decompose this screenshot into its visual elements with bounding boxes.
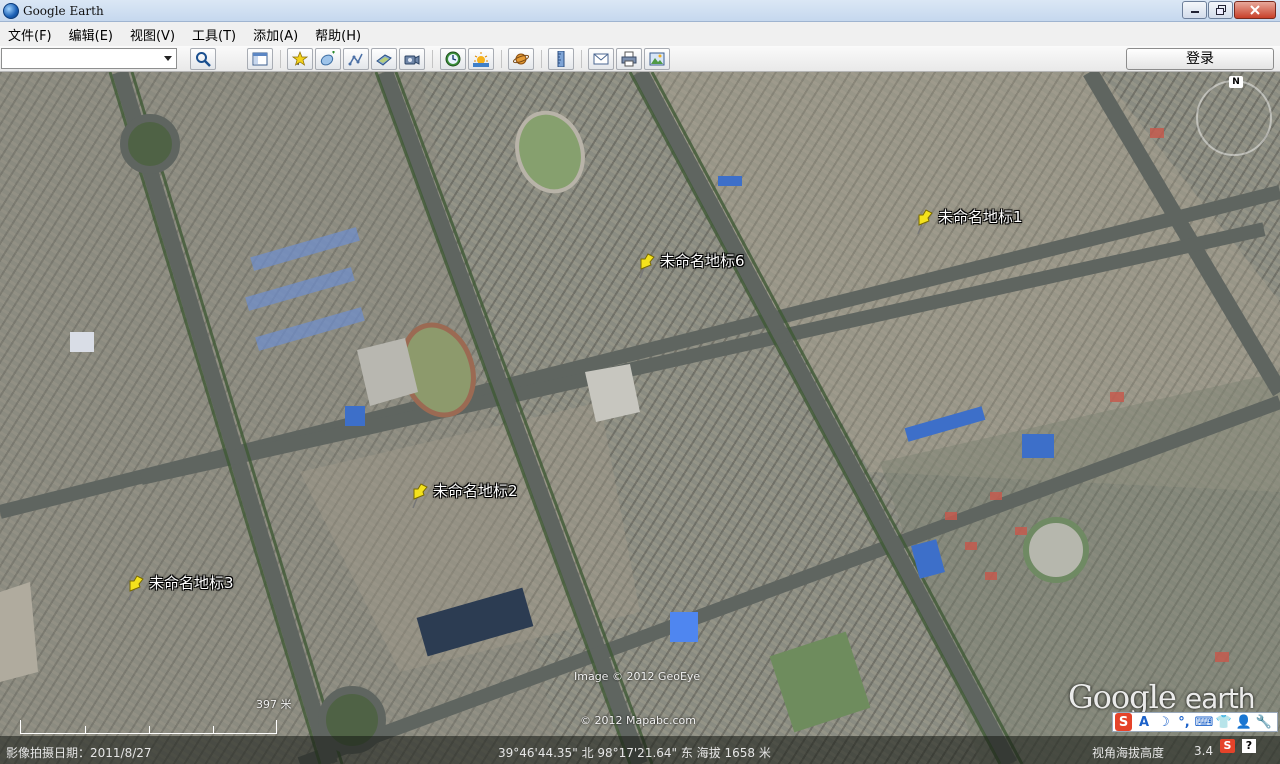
ime-skin-icon[interactable]: 👕 bbox=[1214, 713, 1234, 731]
planets-icon bbox=[513, 53, 529, 65]
google-earth-logo: Google earth bbox=[1068, 678, 1256, 716]
placemark-6[interactable]: 未命名地标6 bbox=[634, 250, 745, 279]
toolbar: 登录 bbox=[0, 46, 1280, 72]
placemark-3[interactable]: 未命名地标3 bbox=[123, 572, 234, 601]
copyright-geoeye: Image © 2012 GeoEye bbox=[574, 670, 701, 683]
minimize-button[interactable] bbox=[1182, 1, 1207, 19]
logo-google-text: Google bbox=[1068, 678, 1177, 716]
record-tour-button[interactable] bbox=[399, 48, 425, 70]
search-combobox[interactable] bbox=[1, 48, 177, 69]
eye-altitude-label: 视角海拔高度 bbox=[1092, 746, 1165, 760]
logo-earth-text: earth bbox=[1184, 682, 1256, 715]
ime-user-icon[interactable]: 👤 bbox=[1234, 713, 1254, 731]
minimize-icon bbox=[1190, 11, 1199, 13]
sunlight-icon bbox=[473, 52, 489, 67]
sogou-ime-icon[interactable]: S bbox=[1115, 713, 1132, 731]
menu-bar: 文件(F) 编辑(E) 视图(V) 工具(T) 添加(A) 帮助(H) bbox=[0, 22, 1280, 46]
menu-view[interactable]: 视图(V) bbox=[122, 25, 184, 44]
menu-tools[interactable]: 工具(T) bbox=[184, 25, 245, 44]
planets-button[interactable] bbox=[508, 48, 534, 70]
ruler-icon bbox=[557, 51, 565, 67]
pushpin-icon bbox=[128, 575, 144, 601]
ime-toolbar[interactable]: S A ☽ °, ⌨ 👕 👤 🔧 bbox=[1112, 712, 1278, 732]
add-path-button[interactable] bbox=[343, 48, 369, 70]
ime-tools-icon[interactable]: 🔧 bbox=[1254, 713, 1274, 731]
scale-label: 397 米 bbox=[256, 698, 292, 711]
pushpin-icon bbox=[412, 483, 428, 509]
title-bar: Google Earth bbox=[0, 0, 1280, 22]
search-icon bbox=[196, 52, 211, 67]
ime-halfwidth-icon[interactable]: ☽ bbox=[1154, 713, 1174, 731]
placemark-label: 未命名地标1 bbox=[938, 208, 1023, 226]
help-icon[interactable]: ? bbox=[1242, 739, 1256, 753]
placemark-label: 未命名地标2 bbox=[433, 482, 518, 500]
status-bar: 影像拍摄日期：2011/8/27 39°46'44.35" 北 98°17'21… bbox=[0, 736, 1280, 764]
copyright-mapabc: © 2012 Mapabc.com bbox=[580, 714, 696, 727]
ime-english-mode-icon[interactable]: A bbox=[1134, 713, 1154, 731]
search-input[interactable] bbox=[4, 51, 154, 66]
map-view[interactable]: N 未命名地标1 未命名地标6 未命名地标2 未命名地标3 Image © 20… bbox=[0, 72, 1280, 764]
pointer-coordinates: 39°46'44.35" 北 98°17'21.64" 东 海拔 1658 米 bbox=[498, 746, 771, 760]
save-image-icon bbox=[649, 52, 665, 66]
close-button[interactable] bbox=[1234, 1, 1276, 19]
window-title: Google Earth bbox=[23, 3, 104, 18]
navigation-compass[interactable]: N bbox=[1196, 76, 1272, 156]
compass-north-label: N bbox=[1229, 76, 1243, 88]
historical-imagery-button[interactable] bbox=[440, 48, 466, 70]
email-icon bbox=[593, 53, 609, 65]
save-image-button[interactable] bbox=[644, 48, 670, 70]
sunlight-button[interactable] bbox=[468, 48, 494, 70]
pushpin-icon bbox=[639, 253, 655, 279]
add-polygon-button[interactable] bbox=[315, 48, 341, 70]
menu-add[interactable]: 添加(A) bbox=[245, 25, 307, 44]
email-button[interactable] bbox=[588, 48, 614, 70]
imagery-date: 影像拍摄日期：2011/8/27 bbox=[6, 746, 152, 760]
image-overlay-icon bbox=[376, 54, 392, 66]
search-button[interactable] bbox=[190, 48, 216, 70]
print-icon bbox=[621, 51, 637, 67]
dropdown-arrow-icon[interactable] bbox=[164, 56, 172, 61]
eye-altitude-value: 3.4 bbox=[1194, 744, 1214, 758]
placemark-icon bbox=[292, 51, 308, 66]
placemark-1[interactable]: 未命名地标1 bbox=[912, 206, 1023, 235]
placemark-label: 未命名地标6 bbox=[660, 252, 745, 270]
add-image-overlay-button[interactable] bbox=[371, 48, 397, 70]
sidebar-icon bbox=[252, 52, 268, 66]
path-icon bbox=[348, 53, 363, 66]
print-button[interactable] bbox=[616, 48, 642, 70]
historical-imagery-icon bbox=[445, 51, 461, 67]
placemark-label: 未命名地标3 bbox=[149, 574, 234, 592]
ruler-button[interactable] bbox=[548, 48, 574, 70]
google-earth-window: Google Earth 文件(F) 编辑(E) 视图(V) 工具(T) 添加(… bbox=[0, 0, 1280, 764]
menu-help[interactable]: 帮助(H) bbox=[307, 25, 370, 44]
record-tour-icon bbox=[404, 55, 420, 65]
window-controls bbox=[1181, 1, 1276, 19]
menu-file[interactable]: 文件(F) bbox=[0, 25, 61, 44]
placemark-2[interactable]: 未命名地标2 bbox=[407, 480, 518, 509]
login-button[interactable]: 登录 bbox=[1126, 48, 1274, 70]
restore-icon bbox=[1215, 5, 1226, 15]
menu-edit[interactable]: 编辑(E) bbox=[61, 25, 122, 44]
pushpin-icon bbox=[917, 209, 933, 235]
ime-keyboard-icon[interactable]: ⌨ bbox=[1194, 713, 1214, 731]
sogou-tray-icon[interactable]: S bbox=[1220, 739, 1235, 753]
sidebar-toggle-button[interactable] bbox=[247, 48, 273, 70]
close-icon bbox=[1250, 5, 1260, 15]
maximize-button[interactable] bbox=[1208, 1, 1233, 19]
satellite-imagery bbox=[0, 72, 1280, 764]
ime-punctuation-icon[interactable]: °, bbox=[1174, 713, 1194, 731]
google-earth-app-icon bbox=[3, 2, 19, 19]
scale-bar bbox=[20, 720, 277, 734]
polygon-icon bbox=[320, 51, 335, 66]
add-placemark-button[interactable] bbox=[287, 48, 313, 70]
